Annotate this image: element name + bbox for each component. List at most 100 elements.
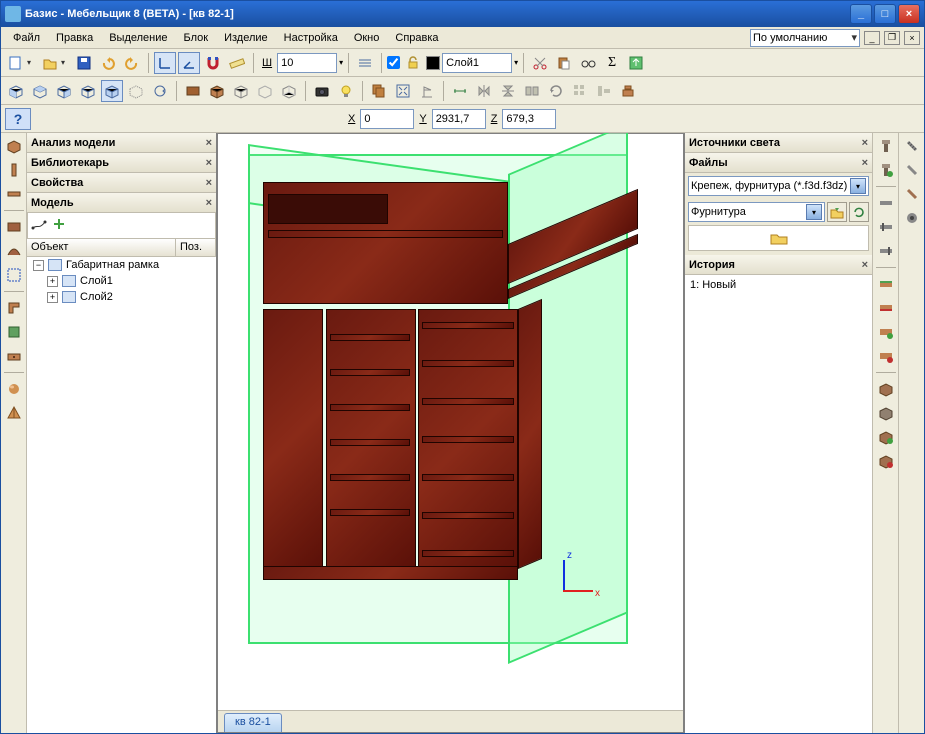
up-folder-button[interactable]: [827, 202, 847, 222]
hardware-2-button[interactable]: [875, 216, 897, 238]
box-2-button[interactable]: [875, 402, 897, 424]
wireframe-cube-button[interactable]: [278, 80, 300, 102]
screw-3-button[interactable]: [901, 183, 923, 205]
menu-block[interactable]: Блок: [176, 30, 217, 46]
copy-button[interactable]: [368, 80, 390, 102]
layer-color-swatch[interactable]: [426, 56, 440, 70]
mdi-minimize-button[interactable]: _: [864, 31, 880, 45]
path-tool-button[interactable]: [31, 216, 47, 235]
mdi-restore-button[interactable]: ❐: [884, 31, 900, 45]
dropdown-arrow-icon[interactable]: ▾: [61, 58, 71, 67]
drawer-button[interactable]: [3, 345, 25, 367]
dropdown-arrow-icon[interactable]: ▾: [514, 58, 518, 67]
transparent-cube-button[interactable]: [254, 80, 276, 102]
edge-1-button[interactable]: [875, 273, 897, 295]
hidden-cube-button[interactable]: [230, 80, 252, 102]
panel-vert-button[interactable]: [3, 159, 25, 181]
snap-xy-button[interactable]: [154, 52, 176, 74]
tree-node-layer2[interactable]: + Слой2: [27, 289, 216, 305]
screw-4-button[interactable]: [901, 207, 923, 229]
panel-horiz-button[interactable]: [3, 183, 25, 205]
3d-view[interactable]: z x: [218, 134, 683, 710]
dropdown-arrow-icon[interactable]: ▾: [806, 204, 822, 220]
tab-doc[interactable]: кв 82-1: [224, 713, 282, 732]
close-icon[interactable]: ×: [206, 197, 212, 209]
edge-add-button[interactable]: [875, 321, 897, 343]
width-input[interactable]: [277, 53, 337, 73]
view-top-button[interactable]: [29, 80, 51, 102]
model-tree[interactable]: − Габаритная рамка + Слой1 + Слой2: [27, 257, 216, 733]
view-wire-button[interactable]: [125, 80, 147, 102]
layer-name-input[interactable]: [442, 53, 512, 73]
tree-node-layer1[interactable]: + Слой1: [27, 273, 216, 289]
collapse-icon[interactable]: −: [33, 260, 44, 271]
lines-button[interactable]: [354, 52, 376, 74]
refresh-button[interactable]: [849, 202, 869, 222]
rotate-view-button[interactable]: [149, 80, 171, 102]
preset-combo[interactable]: По умолчанию: [750, 29, 860, 47]
cut-button[interactable]: [529, 52, 551, 74]
col-object[interactable]: Объект: [27, 239, 176, 256]
panel-properties-header[interactable]: Свойства ×: [27, 173, 216, 193]
mirror-h-button[interactable]: [473, 80, 495, 102]
paste-button[interactable]: [553, 52, 575, 74]
view-iso-button[interactable]: [101, 80, 123, 102]
panel-cube-button[interactable]: [3, 135, 25, 157]
pyramid-button[interactable]: [3, 402, 25, 424]
panel-lights-header[interactable]: Источники света ×: [685, 133, 872, 153]
panel-librarian-header[interactable]: Библиотекарь ×: [27, 153, 216, 173]
box-add-button[interactable]: [875, 426, 897, 448]
snap-xz-button[interactable]: [178, 52, 200, 74]
undo-button[interactable]: [97, 52, 119, 74]
open-button[interactable]: [39, 52, 61, 74]
sphere-button[interactable]: [3, 378, 25, 400]
panel-model-header[interactable]: Модель ×: [27, 193, 216, 213]
hardware-1-button[interactable]: [875, 192, 897, 214]
maximize-button[interactable]: □: [874, 4, 896, 24]
dimension-button[interactable]: [449, 80, 471, 102]
expand-icon[interactable]: +: [47, 276, 58, 287]
viewport[interactable]: z x кв 82-1: [217, 133, 684, 733]
menu-select[interactable]: Выделение: [101, 30, 175, 46]
dropdown-arrow-icon[interactable]: ▾: [339, 58, 343, 67]
material-wood-button[interactable]: [182, 80, 204, 102]
export-button[interactable]: [625, 52, 647, 74]
hardware-3-button[interactable]: [875, 240, 897, 262]
select-rect-button[interactable]: [3, 264, 25, 286]
furniture-combo[interactable]: Фурнитура ▾: [688, 202, 825, 222]
menu-help[interactable]: Справка: [387, 30, 446, 46]
redo-button[interactable]: [121, 52, 143, 74]
menu-settings[interactable]: Настройка: [276, 30, 346, 46]
panel-curve-button[interactable]: [3, 240, 25, 262]
shaded-cube-button[interactable]: [206, 80, 228, 102]
col-pos[interactable]: Поз.: [176, 239, 216, 256]
align-button[interactable]: [593, 80, 615, 102]
close-button[interactable]: ×: [898, 4, 920, 24]
menu-file[interactable]: Файл: [5, 30, 48, 46]
view-front-button[interactable]: [5, 80, 27, 102]
screw-1-button[interactable]: [901, 135, 923, 157]
light-button[interactable]: [335, 80, 357, 102]
camera-button[interactable]: [311, 80, 333, 102]
x-input[interactable]: [360, 109, 414, 129]
layer-visible-checkbox[interactable]: [387, 56, 400, 69]
add-node-button[interactable]: [51, 216, 67, 235]
close-icon[interactable]: ×: [206, 177, 212, 189]
box-remove-button[interactable]: [875, 450, 897, 472]
edge-2-button[interactable]: [875, 297, 897, 319]
panel-analysis-header[interactable]: Анализ модели ×: [27, 133, 216, 153]
screw-2-button[interactable]: [901, 159, 923, 181]
sigma-button[interactable]: Σ: [601, 52, 623, 74]
fastener-button[interactable]: [875, 135, 897, 157]
crane-button[interactable]: [416, 80, 438, 102]
panel-history-header[interactable]: История ×: [685, 255, 872, 275]
box-1-button[interactable]: [875, 378, 897, 400]
mirror-v-button[interactable]: [497, 80, 519, 102]
save-button[interactable]: [73, 52, 95, 74]
expand-icon[interactable]: +: [47, 292, 58, 303]
glasses-button[interactable]: [577, 52, 599, 74]
dropdown-arrow-icon[interactable]: ▾: [850, 178, 866, 194]
file-browser[interactable]: [688, 225, 869, 251]
lock-button[interactable]: [402, 52, 424, 74]
fit-button[interactable]: [392, 80, 414, 102]
